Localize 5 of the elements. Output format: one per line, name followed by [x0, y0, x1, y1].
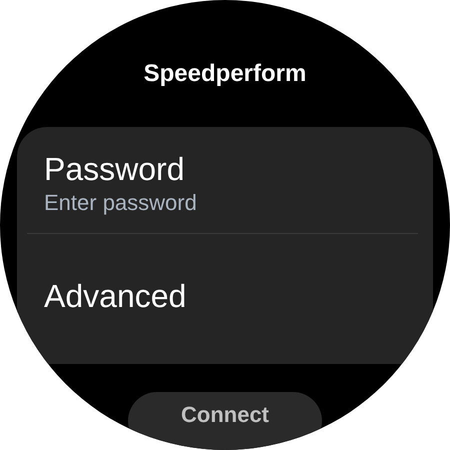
screen-title: Speedperform [144, 60, 306, 89]
list-item[interactable]: Advanced [44, 276, 186, 316]
connect-button[interactable]: Connect [128, 392, 322, 450]
item-subtitle: Enter password [44, 188, 197, 217]
list-item[interactable]: Password [44, 148, 184, 189]
